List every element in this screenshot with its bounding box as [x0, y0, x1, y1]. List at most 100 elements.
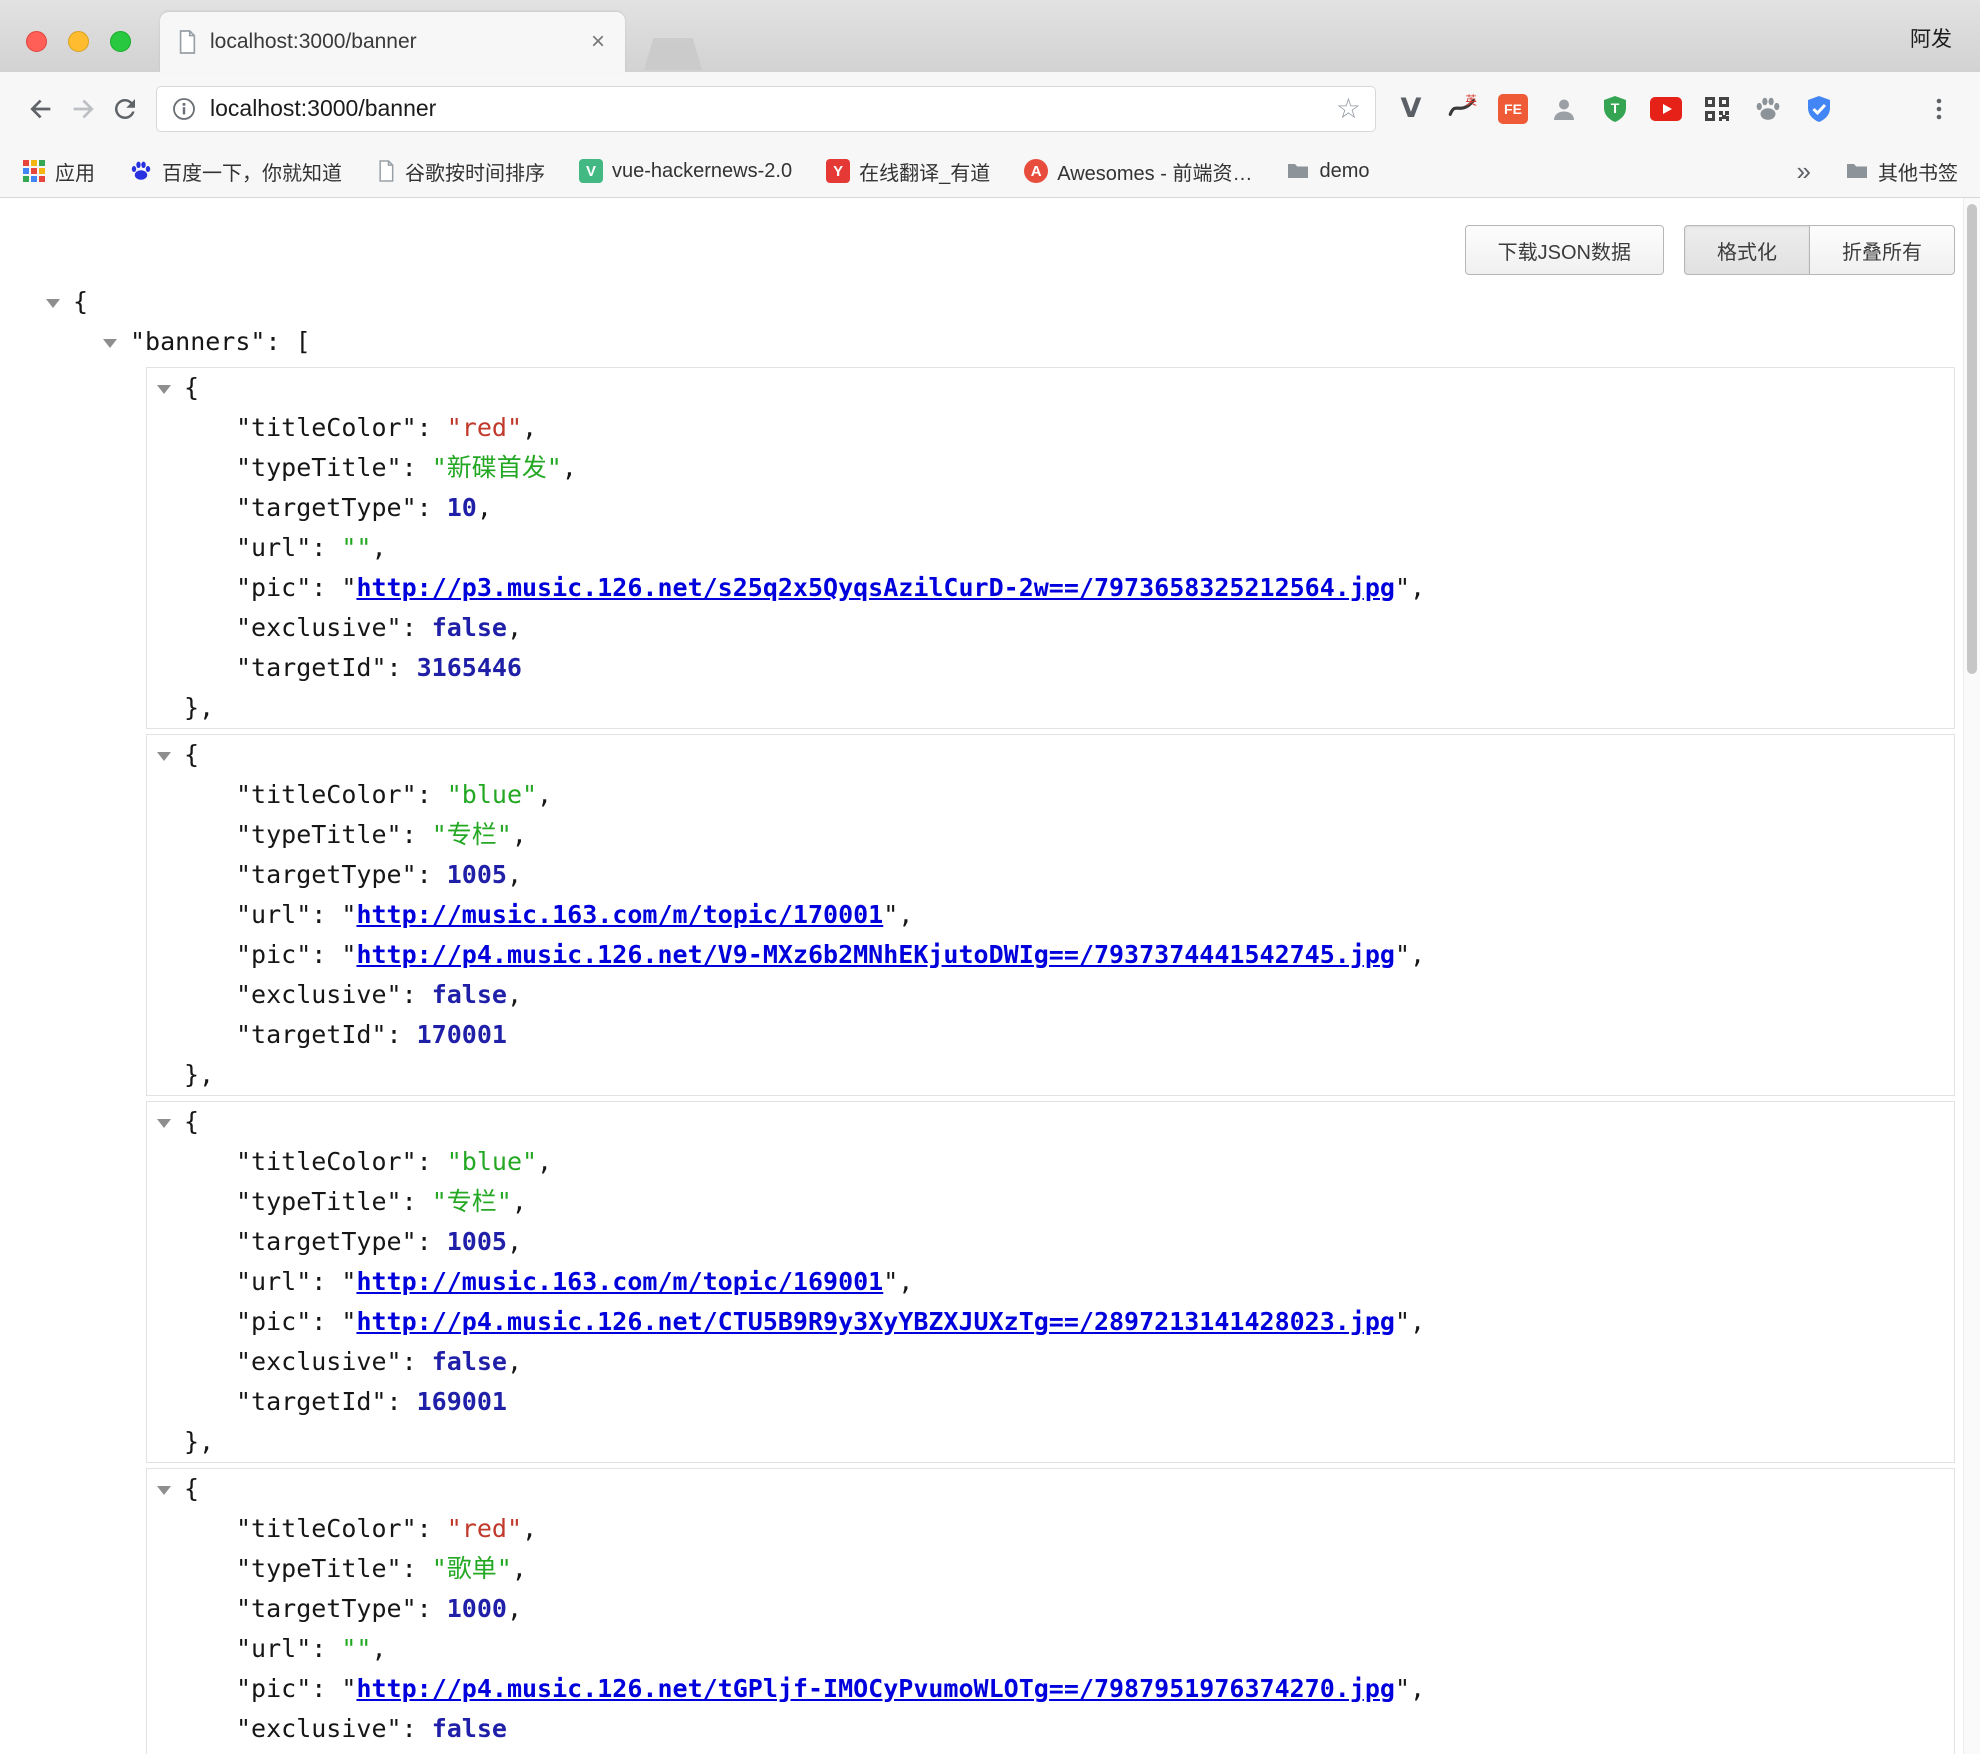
- collapse-triangle-icon[interactable]: [157, 1119, 171, 1128]
- json-url-link[interactable]: http://music.163.com/m/topic/170001: [356, 900, 883, 929]
- bookmark-vue-hackernews[interactable]: V vue-hackernews-2.0: [579, 159, 792, 183]
- bookmark-awesomes[interactable]: A Awesomes - 前端资…: [1024, 157, 1252, 186]
- json-token: ": [341, 1307, 356, 1336]
- youtube-extension-icon[interactable]: [1649, 92, 1683, 126]
- json-token: "url": [236, 900, 311, 929]
- back-arrow-icon: [25, 93, 57, 125]
- browser-tab[interactable]: localhost:3000/banner ×: [160, 12, 625, 72]
- json-token: false: [432, 980, 507, 1009]
- json-token: "url": [236, 1634, 311, 1663]
- blue-shield-extension-icon[interactable]: [1802, 92, 1836, 126]
- bookmark-label: 其他书签: [1878, 157, 1958, 186]
- scrollbar-thumb[interactable]: [1967, 204, 1977, 674]
- json-token: ,: [1410, 573, 1425, 602]
- json-token: :: [311, 1307, 341, 1336]
- json-line: "targetId": 169001: [147, 1382, 1954, 1422]
- page-info-icon[interactable]: [171, 96, 197, 122]
- format-button[interactable]: 格式化: [1684, 225, 1810, 275]
- reload-button[interactable]: [104, 88, 146, 130]
- bookmark-other-bookmarks[interactable]: 其他书签: [1845, 157, 1958, 186]
- new-tab-button[interactable]: [644, 38, 702, 70]
- collapse-triangle-icon[interactable]: [157, 1486, 171, 1495]
- json-line: },: [147, 688, 1954, 728]
- folder-icon: [1286, 159, 1310, 183]
- json-token: ": [341, 1674, 356, 1703]
- address-bar[interactable]: localhost:3000/banner ☆: [156, 86, 1376, 132]
- json-url-link[interactable]: http://p4.music.126.net/V9-MXz6b2MNhEKju…: [356, 940, 1395, 969]
- collapse-triangle-icon[interactable]: [157, 385, 171, 394]
- minimize-window-button[interactable]: [68, 31, 89, 52]
- qrcode-extension-icon[interactable]: [1700, 92, 1734, 126]
- json-token: false: [432, 1347, 507, 1376]
- bookmark-youdao-translate[interactable]: Y 在线翻译_有道: [826, 157, 990, 186]
- json-token: {: [184, 740, 199, 769]
- json-url-link[interactable]: http://p3.music.126.net/s25q2x5QyqsAzilC…: [356, 573, 1395, 602]
- close-window-button[interactable]: [26, 31, 47, 52]
- json-token: :: [387, 1387, 417, 1416]
- json-token: :: [311, 900, 341, 929]
- back-button[interactable]: [20, 88, 62, 130]
- person-extension-icon[interactable]: [1547, 92, 1581, 126]
- bookmark-label: demo: [1319, 160, 1369, 183]
- bookmarks-overflow-chevron[interactable]: »: [1797, 158, 1811, 184]
- tab-close-icon[interactable]: ×: [587, 28, 609, 56]
- json-line: "exclusive": false,: [147, 975, 1954, 1015]
- forward-button[interactable]: [62, 88, 104, 130]
- json-url-link[interactable]: http://p4.music.126.net/tGPljf-IMOCyPvum…: [356, 1674, 1395, 1703]
- bookmark-apps[interactable]: 应用: [22, 157, 95, 186]
- json-token: 170001: [417, 1020, 507, 1049]
- url-text[interactable]: localhost:3000/banner: [210, 95, 1336, 122]
- collapse-triangle-icon[interactable]: [103, 339, 117, 348]
- tab-title: localhost:3000/banner: [210, 30, 587, 54]
- json-url-link[interactable]: http://music.163.com/m/topic/169001: [356, 1267, 883, 1296]
- json-token: ": [1395, 1307, 1410, 1336]
- json-token: ": [341, 573, 356, 602]
- banner-object: {"titleColor": "blue","typeTitle": "专栏",…: [146, 734, 1955, 1096]
- profile-name[interactable]: 阿发: [1910, 23, 1952, 53]
- zoom-window-button[interactable]: [110, 31, 131, 52]
- json-line: "targetType": 1005,: [147, 855, 1954, 895]
- json-token: "pic": [236, 573, 311, 602]
- green-shield-extension-icon[interactable]: T: [1598, 92, 1632, 126]
- json-line: "banners": [: [0, 322, 1980, 362]
- json-token: 1000: [447, 1594, 507, 1623]
- bookmark-label: 谷歌按时间排序: [405, 157, 545, 186]
- json-token: ,: [507, 1594, 522, 1623]
- json-line: "targetId": 3165446: [147, 648, 1954, 688]
- download-json-button[interactable]: 下载JSON数据: [1465, 225, 1664, 275]
- json-url-link[interactable]: http://p4.music.126.net/CTU5B9R9y3XyYBZX…: [356, 1307, 1395, 1336]
- collapse-triangle-icon[interactable]: [46, 299, 60, 308]
- json-line: "titleColor": "blue",: [147, 775, 1954, 815]
- bookmark-star-icon[interactable]: ☆: [1336, 95, 1361, 123]
- json-token: {: [184, 373, 199, 402]
- json-token: ,: [371, 1634, 386, 1663]
- json-token: ,: [507, 980, 522, 1009]
- json-token: :: [417, 493, 447, 522]
- json-token: ,: [507, 613, 522, 642]
- paw-extension-icon[interactable]: [1751, 92, 1785, 126]
- page-scrollbar[interactable]: [1963, 198, 1980, 1754]
- json-token: "": [341, 533, 371, 562]
- youdao-dict-extension-icon[interactable]: 英: [1445, 92, 1479, 126]
- json-token: "新碟首发": [432, 453, 562, 482]
- json-token: "pic": [236, 1307, 311, 1336]
- json-token: "red": [447, 413, 522, 442]
- json-line: "titleColor": "red",: [147, 1509, 1954, 1549]
- collapse-triangle-icon[interactable]: [157, 752, 171, 761]
- extensions-row: V 英 FE T: [1394, 92, 1914, 126]
- json-token: "targetType": [236, 860, 417, 889]
- browser-menu-button[interactable]: [1918, 88, 1960, 130]
- collapse-all-button[interactable]: 折叠所有: [1809, 225, 1955, 275]
- json-line: {: [147, 735, 1954, 775]
- bookmark-baidu[interactable]: 百度一下，你就知道: [129, 157, 342, 186]
- json-token: "typeTitle": [236, 453, 402, 482]
- bookmark-google-sort[interactable]: 谷歌按时间排序: [376, 157, 545, 186]
- fehelper-extension-icon[interactable]: FE: [1496, 92, 1530, 126]
- vimium-extension-icon[interactable]: V: [1394, 92, 1428, 126]
- json-token: false: [432, 613, 507, 642]
- json-token: :: [402, 613, 432, 642]
- json-token: "typeTitle": [236, 1554, 402, 1583]
- json-token: "exclusive": [236, 613, 402, 642]
- bookmark-demo-folder[interactable]: demo: [1286, 159, 1369, 183]
- json-token: ,: [512, 820, 527, 849]
